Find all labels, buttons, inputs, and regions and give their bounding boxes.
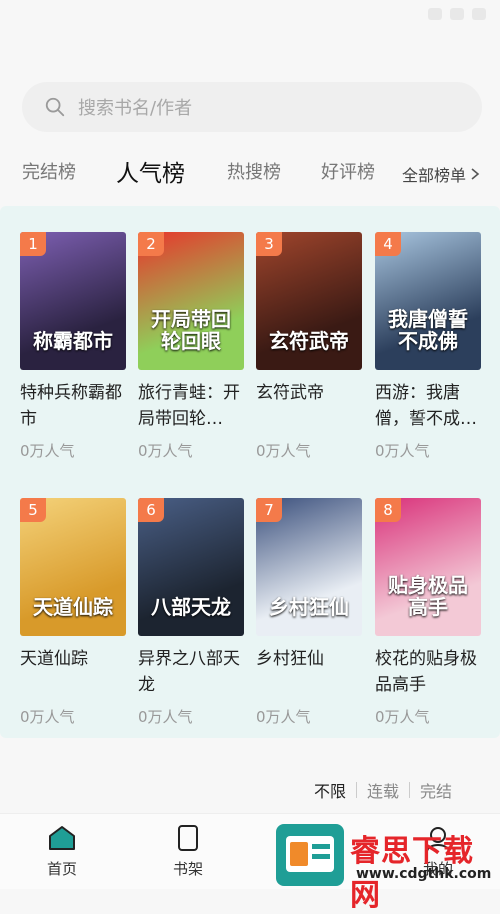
watermark-logo [276,824,344,886]
cover-artwork-text: 八部天龙 [151,595,231,619]
nav-home-label: 首页 [46,860,77,878]
book-item[interactable]: 5 天道仙踪 天道仙踪 0万人气 [20,498,126,727]
tab-finished[interactable]: 完结榜 [22,158,76,184]
book-popularity: 0万人气 [20,708,75,726]
book-item[interactable]: 2 开局带回轮回眼旅行青蛙：开局带回轮… 0万人气 [138,232,244,461]
book-cover[interactable]: 4 我唐僧誓不成佛 [375,232,481,370]
filter-completed[interactable]: 完结 [420,778,452,802]
status-bar [0,0,500,40]
book-cover[interactable]: 1 称霸都市 [20,232,126,370]
book-title[interactable]: 异界之八部天龙 [138,646,244,698]
home-icon [49,826,75,850]
watermark-url: www.cdgthk.com [356,866,492,882]
book-title[interactable]: 旅行青蛙：开局带回轮… [138,380,244,432]
book-popularity: 0万人气 [375,708,430,726]
filter-all[interactable]: 不限 [314,778,346,802]
site-watermark: 睿思下载网 www.cdgthk.com [276,824,500,913]
filter-divider [355,782,357,798]
book-cover[interactable]: 3 玄符武帝 [256,232,362,370]
rank-badge: 2 [138,232,164,256]
book-popularity: 0万人气 [138,442,193,460]
book-title[interactable]: 特种兵称霸都市 [20,380,126,432]
cover-artwork-text: 天道仙踪 [33,595,113,619]
search-placeholder: 搜索书名/作者 [78,98,193,119]
ranking-tabs: 完结榜 人气榜 热搜榜 好评榜 全部榜单 [0,150,500,196]
cover-artwork-text: 贴身极品高手 [388,573,468,619]
rank-badge: 8 [375,498,401,522]
tab-good-reviews[interactable]: 好评榜 [321,158,375,184]
book-popularity: 0万人气 [375,442,430,460]
book-cover[interactable]: 2 开局带回轮回眼 [138,232,244,370]
filter-divider [408,782,410,798]
cover-artwork-text: 开局带回轮回眼 [151,307,231,353]
book-item[interactable]: 6 八部天龙异界之八部天龙 0万人气 [138,498,244,727]
nav-bookshelf-label: 书架 [172,860,203,878]
book-item[interactable]: 3 玄符武帝 玄符武帝 0万人气 [256,232,362,461]
book-cover[interactable]: 5 天道仙踪 [20,498,126,636]
book-cover[interactable]: 6 八部天龙 [138,498,244,636]
rank-badge: 1 [20,232,46,256]
book-popularity: 0万人气 [256,442,311,460]
book-title[interactable]: 乡村狂仙 [256,646,362,698]
rank-badge: 3 [256,232,282,256]
cover-artwork-text: 玄符武帝 [269,329,349,353]
status-filters: 不限 连载 完结 [314,778,452,802]
book-popularity: 0万人气 [256,708,311,726]
book-item[interactable]: 7 乡村狂仙 乡村狂仙 0万人气 [256,498,362,727]
nav-bookshelf[interactable]: 书架 [158,824,218,879]
book-title[interactable]: 天道仙踪 [20,646,126,698]
book-item[interactable]: 4 我唐僧誓不成佛西游：我唐僧，誓不成… 0万人气 [375,232,481,461]
cover-artwork-text: 我唐僧誓不成佛 [388,307,468,353]
all-lists-label: 全部榜单 [401,166,466,185]
filter-serializing[interactable]: 连载 [367,778,399,802]
wifi-icon [428,8,442,20]
book-item[interactable]: 8 贴身极品高手校花的贴身极品高手 0万人气 [375,498,481,727]
tab-hot-search[interactable]: 热搜榜 [227,158,281,184]
tab-popular[interactable]: 人气榜 [116,154,185,188]
book-cover[interactable]: 7 乡村狂仙 [256,498,362,636]
bookshelf-icon [178,825,198,851]
book-cover[interactable]: 8 贴身极品高手 [375,498,481,636]
book-title[interactable]: 玄符武帝 [256,380,362,432]
book-title[interactable]: 校花的贴身极品高手 [375,646,481,698]
rank-badge: 5 [20,498,46,522]
all-lists-link[interactable]: 全部榜单 [402,162,480,186]
book-item[interactable]: 1 称霸都市特种兵称霸都市 0万人气 [20,232,126,461]
nav-home[interactable]: 首页 [32,824,92,879]
cover-artwork-text: 称霸都市 [33,329,113,353]
signal-icon [450,8,464,20]
book-popularity: 0万人气 [20,442,75,460]
rank-badge: 7 [256,498,282,522]
chevron-right-icon [471,168,480,180]
battery-icon [472,8,486,20]
cover-artwork-text: 乡村狂仙 [269,595,349,619]
rank-badge: 4 [375,232,401,256]
book-ranking-panel: 1 称霸都市 特种兵称霸都市 0万人气 2 开局带回轮回眼 旅行青蛙：开局带回轮… 0万人气 3… [0,206,500,738]
status-icons [428,8,486,20]
rank-badge: 6 [138,498,164,522]
book-popularity: 0万人气 [138,708,193,726]
search-bar[interactable]: 搜索书名/作者 [22,82,482,132]
book-title[interactable]: 西游：我唐僧，誓不成… [375,380,481,432]
search-icon [45,97,65,117]
